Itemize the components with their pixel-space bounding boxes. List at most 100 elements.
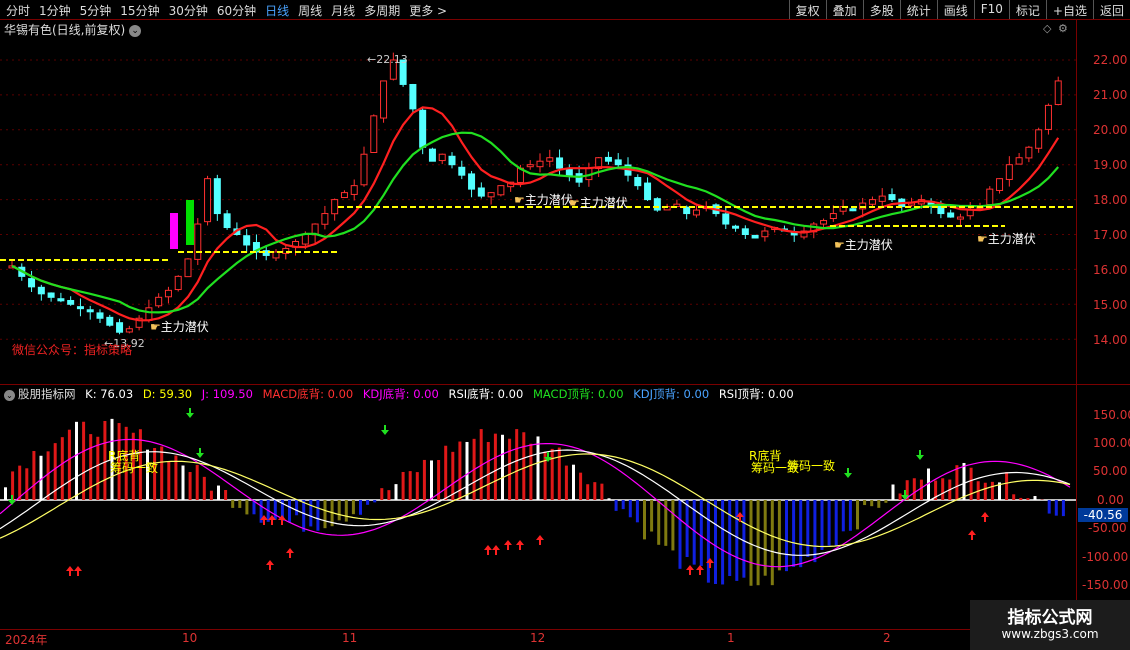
candle-up [1035, 129, 1043, 149]
macd-histogram-bar [635, 500, 639, 523]
chevron-down-icon[interactable]: ⌄ [4, 390, 15, 401]
macd-histogram-bar [18, 465, 22, 500]
macd-histogram-bar [536, 436, 540, 500]
macd-histogram-bar [621, 500, 625, 510]
candle-down [683, 206, 691, 215]
macd-histogram-bar [529, 443, 533, 500]
up-arrow-icon [492, 545, 500, 555]
date-label: 2 [883, 631, 891, 645]
macd-histogram-bar [465, 441, 469, 500]
candle-up [1005, 164, 1013, 180]
macd-histogram-bar [557, 447, 561, 500]
callout-main-lurk: ☛主力潜伏 [514, 193, 573, 207]
candle-down [634, 177, 642, 187]
macd-histogram-bar [678, 500, 682, 569]
macd-histogram-bar [856, 500, 859, 530]
down-arrow-icon [186, 408, 194, 418]
macd-histogram-bar [60, 437, 64, 500]
up-arrow-icon [696, 565, 704, 575]
macd-histogram-bar [231, 500, 235, 508]
candle-up [370, 115, 378, 153]
macd-histogram-bar [181, 465, 185, 500]
price-tick: 19.00 [1093, 158, 1128, 172]
macd-histogram-bar [366, 500, 370, 505]
macd-histogram-bar [288, 500, 291, 523]
candle-down [468, 173, 476, 190]
candle-up [360, 153, 368, 186]
up-arrow-icon [484, 545, 492, 555]
macd-histogram-bar [777, 500, 781, 571]
macd-histogram-bar [415, 472, 419, 500]
candle-down [57, 298, 65, 302]
candle-up [497, 185, 505, 196]
macd-histogram-bar [394, 484, 398, 500]
candle-down [213, 178, 221, 215]
macd-histogram-bar [422, 459, 426, 500]
macd-histogram-bar [579, 472, 583, 500]
macd-histogram-bar [912, 478, 916, 500]
candle-up [829, 213, 837, 220]
candle-down [722, 213, 730, 225]
hand-pointer-icon: ☛ [514, 193, 525, 207]
macd-histogram-bar [337, 500, 341, 521]
macd-histogram-bar [870, 500, 874, 507]
macd-histogram-bar [32, 451, 36, 500]
date-label: 10 [182, 631, 198, 645]
down-arrow-icon [381, 425, 389, 435]
up-arrow-icon [66, 566, 74, 576]
macd-histogram-bar [486, 441, 490, 500]
callout-main-lurk: ☛主力潜伏 [977, 232, 1036, 246]
indicator-tick: 50.00 [1093, 464, 1128, 478]
macd-histogram-bar [813, 500, 817, 563]
macd-histogram-bar [323, 500, 327, 529]
d-value: D: 59.30 [142, 387, 193, 401]
candle-down [67, 299, 75, 305]
candle-up [878, 195, 886, 202]
candle-down [409, 83, 417, 110]
macd-histogram-bar [295, 500, 299, 516]
candle-up [301, 234, 309, 245]
kdj-bottom-value: KDJ底背: 0.00 [362, 387, 439, 401]
macd-histogram-bar [799, 500, 803, 568]
macd-histogram-bar [848, 500, 852, 531]
macd-histogram-bar [770, 500, 774, 586]
watermark-url: www.zbgs3.com [1001, 627, 1099, 641]
candle-up [1054, 80, 1062, 106]
price-tick: 14.00 [1093, 333, 1128, 347]
macd-histogram-bar [550, 448, 554, 500]
indicator-tick: 150.00 [1093, 408, 1130, 422]
chip-consistent-label: 筹码一致 [787, 459, 836, 473]
macd-histogram-bar [1019, 497, 1023, 500]
macd-histogram-bar [174, 455, 178, 500]
indicator-tick: 0.00 [1097, 493, 1124, 507]
candle-down [556, 157, 564, 169]
candle-down [419, 109, 427, 148]
candle-down [604, 156, 612, 162]
macd-top-value: MACD顶背: 0.00 [532, 387, 624, 401]
macd-histogram-bar [955, 465, 959, 500]
candle-up [350, 185, 358, 195]
candle-up [986, 188, 994, 206]
macd-histogram-bar [4, 487, 7, 500]
up-arrow-icon [536, 535, 544, 545]
indicator-name[interactable]: 股朋指标网 [18, 387, 76, 401]
candle-down [644, 182, 652, 201]
macd-histogram-bar [820, 500, 824, 550]
macd-histogram-bar [1026, 498, 1030, 500]
macd-histogram-bar [167, 461, 171, 500]
macd-histogram-bar [493, 433, 497, 500]
candle-up [1044, 104, 1052, 130]
macd-histogram-bar [515, 429, 519, 500]
candle-up [820, 220, 828, 225]
kdj-top-value: KDJ顶背: 0.00 [633, 387, 710, 401]
macd-histogram-bar [188, 472, 192, 500]
macd-histogram-bar [195, 464, 199, 500]
macd-histogram-bar [373, 500, 377, 503]
candle-up [1015, 157, 1023, 165]
macd-histogram-bar [877, 500, 881, 508]
macd-histogram-bar [273, 500, 277, 520]
macd-histogram-bar [224, 490, 228, 500]
macd-histogram-bar [1047, 500, 1051, 514]
up-arrow-icon [686, 565, 694, 575]
macd-histogram-bar [572, 464, 575, 500]
